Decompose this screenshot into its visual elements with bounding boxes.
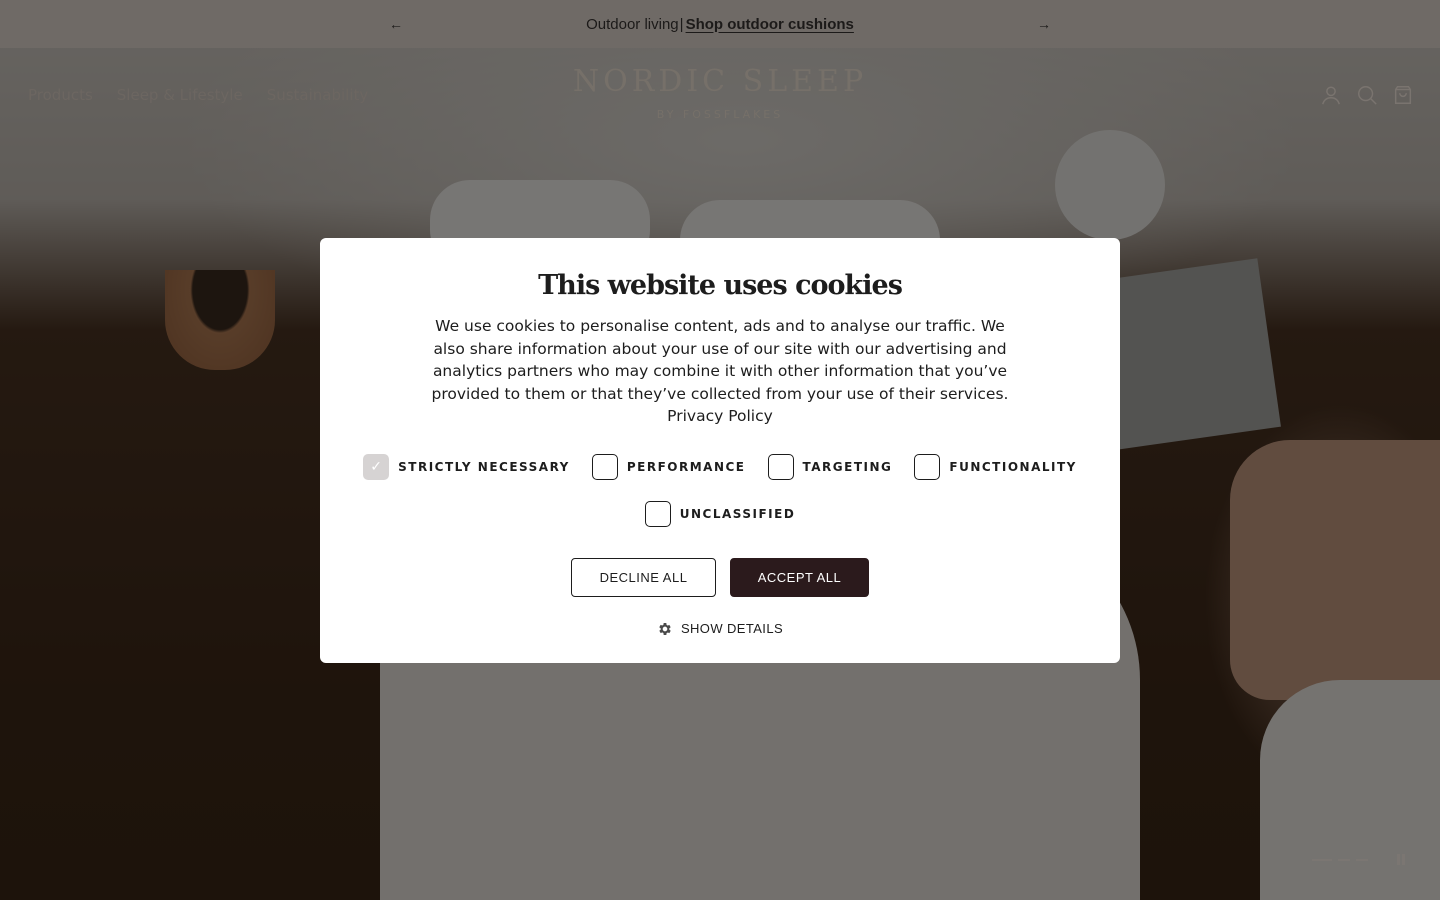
nav-item-sleep-lifestyle[interactable]: Sleep & Lifestyle xyxy=(117,86,243,104)
checkbox[interactable] xyxy=(591,453,618,480)
modal-body-text: We use cookies to personalise content, a… xyxy=(431,317,1009,403)
checkbox-checked[interactable]: ✓ xyxy=(363,453,390,480)
modal-title: This website uses cookies xyxy=(538,270,903,301)
announcement-link[interactable]: Shop outdoor cushions xyxy=(686,16,854,33)
category-strictly-necessary[interactable]: ✓ STRICTLY NECESSARY xyxy=(363,453,570,480)
checkbox[interactable] xyxy=(644,500,671,527)
site-logo[interactable]: NORDIC SLEEP BY FOSSFLAKES xyxy=(560,64,880,121)
consent-buttons: DECLINE ALL ACCEPT ALL xyxy=(320,557,1120,597)
category-label: TARGETING xyxy=(802,459,893,474)
decline-all-button[interactable]: DECLINE ALL xyxy=(571,557,716,597)
category-label: PERFORMANCE xyxy=(626,459,746,474)
pause-icon[interactable] xyxy=(1396,854,1406,866)
checkbox[interactable] xyxy=(914,453,941,480)
slider-dot[interactable] xyxy=(1356,859,1368,861)
show-details-toggle[interactable]: SHOW DETAILS xyxy=(657,621,783,637)
slider-dot[interactable] xyxy=(1312,859,1332,861)
category-label: STRICTLY NECESSARY xyxy=(398,459,570,474)
cookie-modal: This website uses cookies We use cookies… xyxy=(320,238,1120,663)
nav-item-products[interactable]: Products xyxy=(28,86,93,104)
arrow-left-icon[interactable]: ← xyxy=(386,14,406,34)
slider-dots xyxy=(1312,859,1368,861)
search-icon[interactable] xyxy=(1356,84,1378,106)
logo-main: NORDIC SLEEP xyxy=(572,64,868,99)
cookie-categories: ✓ STRICTLY NECESSARY PERFORMANCE TARGETI… xyxy=(320,453,1120,527)
nav-item-sustainability[interactable]: Sustainability xyxy=(267,86,369,104)
category-unclassified[interactable]: UNCLASSIFIED xyxy=(644,500,796,527)
slider-dot[interactable] xyxy=(1338,859,1350,861)
announcement-separator: | xyxy=(679,15,684,33)
main-nav: Products Sleep & Lifestyle Sustainabilit… xyxy=(28,86,368,104)
modal-body: We use cookies to personalise content, a… xyxy=(420,315,1020,428)
logo-sub: BY FOSSFLAKES xyxy=(656,108,784,121)
checkbox[interactable] xyxy=(767,453,794,480)
show-details-label: SHOW DETAILS xyxy=(680,621,784,636)
header-icons xyxy=(1320,84,1414,106)
category-functionality[interactable]: FUNCTIONALITY xyxy=(914,453,1077,480)
cart-icon[interactable] xyxy=(1392,84,1414,106)
accept-all-button[interactable]: ACCEPT ALL xyxy=(730,557,869,597)
gear-icon xyxy=(659,622,671,635)
account-icon[interactable] xyxy=(1320,84,1342,106)
category-label: UNCLASSIFIED xyxy=(679,506,796,521)
category-performance[interactable]: PERFORMANCE xyxy=(591,453,746,480)
announcement-bar: ← Outdoor living | Shop outdoor cushions… xyxy=(0,0,1440,48)
privacy-policy-link[interactable]: Privacy Policy xyxy=(667,407,773,425)
announcement-text: Outdoor living xyxy=(586,15,679,33)
category-label: FUNCTIONALITY xyxy=(949,459,1077,474)
arrow-right-icon[interactable]: → xyxy=(1034,14,1054,34)
category-targeting[interactable]: TARGETING xyxy=(767,453,893,480)
